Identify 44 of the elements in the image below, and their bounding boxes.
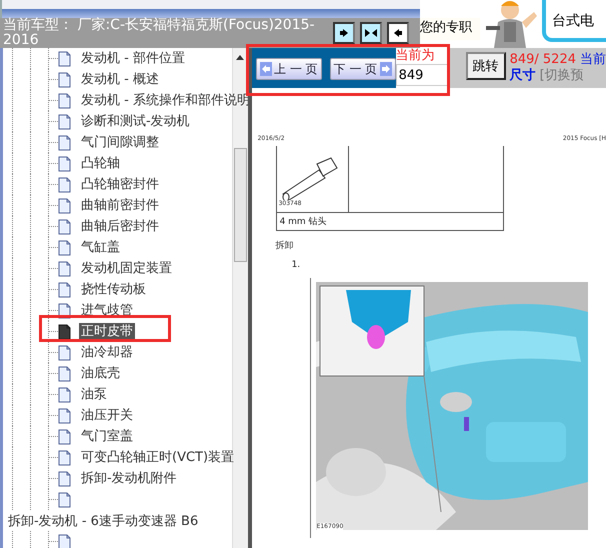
tree-item[interactable]: 诊断和测试-发动机 (79, 113, 192, 130)
tree-item[interactable]: 发动机 - 部件位置 (79, 50, 187, 67)
vehicle-model-text: 当前车型： 厂家:C-长安福特福克斯(Focus)2015-2016 (2, 18, 316, 48)
arrow-right-icon (339, 28, 349, 38)
arrow-left-icon (260, 62, 272, 76)
tree-item[interactable]: 正时皮带 (79, 323, 135, 340)
tree-item[interactable]: 油底壳 (79, 365, 122, 382)
page-input[interactable]: 849 (396, 64, 448, 86)
banner-text: 您的专职 (420, 18, 480, 40)
step-number: 1. (292, 260, 302, 270)
scroll-thumb[interactable] (234, 148, 247, 262)
tree-item[interactable]: 油泵 (79, 386, 109, 403)
tree-item[interactable]: 可变凸轮轴正时(VCT)装置 (79, 449, 236, 466)
nav-button[interactable] (333, 22, 355, 44)
size-link[interactable]: 尺寸 (510, 68, 536, 84)
page-count: 849/ 5224 (510, 52, 576, 68)
tree-item[interactable]: 凸轮轴密封件 (79, 176, 161, 193)
current-link[interactable]: 当前 (580, 52, 606, 68)
tree-item[interactable]: 气门室盖 (79, 428, 135, 445)
tree-item[interactable]: 曲轴前密封件 (79, 197, 161, 214)
previous-page-button[interactable]: 上 一 页 (256, 58, 322, 80)
arrow-right-icon (380, 62, 392, 76)
tree-item[interactable]: 油压开关 (79, 407, 135, 424)
tree-item[interactable]: 发动机固定装置 (79, 260, 174, 277)
tree-item[interactable]: 发动机 - 概述 (79, 71, 161, 88)
tree-group-label[interactable]: 拆卸-发动机 - 6速手动变速器 B6 (8, 512, 198, 530)
tree-item[interactable]: 挠性传动板 (79, 281, 148, 298)
arrow-left-icon (393, 28, 403, 38)
current-page-label: 当前为 (396, 48, 436, 64)
tree-item[interactable]: 油冷却器 (79, 344, 135, 361)
jump-button[interactable]: 跳转 (466, 52, 506, 80)
tool-caption: 4 mm 钻头 (276, 212, 503, 230)
bubble-text: 台式电 (552, 13, 594, 29)
arrows-inward-icon (365, 28, 377, 38)
nav-button[interactable] (360, 22, 382, 44)
scroll-up-icon (236, 54, 244, 60)
tree-item[interactable]: 气门间隙调整 (79, 134, 161, 151)
tree-item[interactable]: 凸轮轴 (79, 155, 122, 172)
nav-button[interactable] (387, 22, 409, 44)
tree-item[interactable]: 拆卸-发动机附件 (79, 470, 179, 487)
tree-item[interactable]: 气缸盖 (79, 239, 122, 256)
section-heading: 拆卸 (276, 240, 295, 252)
next-page-button[interactable]: 下 一 页 (330, 58, 396, 80)
tree-item[interactable]: 曲轴后密封件 (79, 218, 161, 235)
